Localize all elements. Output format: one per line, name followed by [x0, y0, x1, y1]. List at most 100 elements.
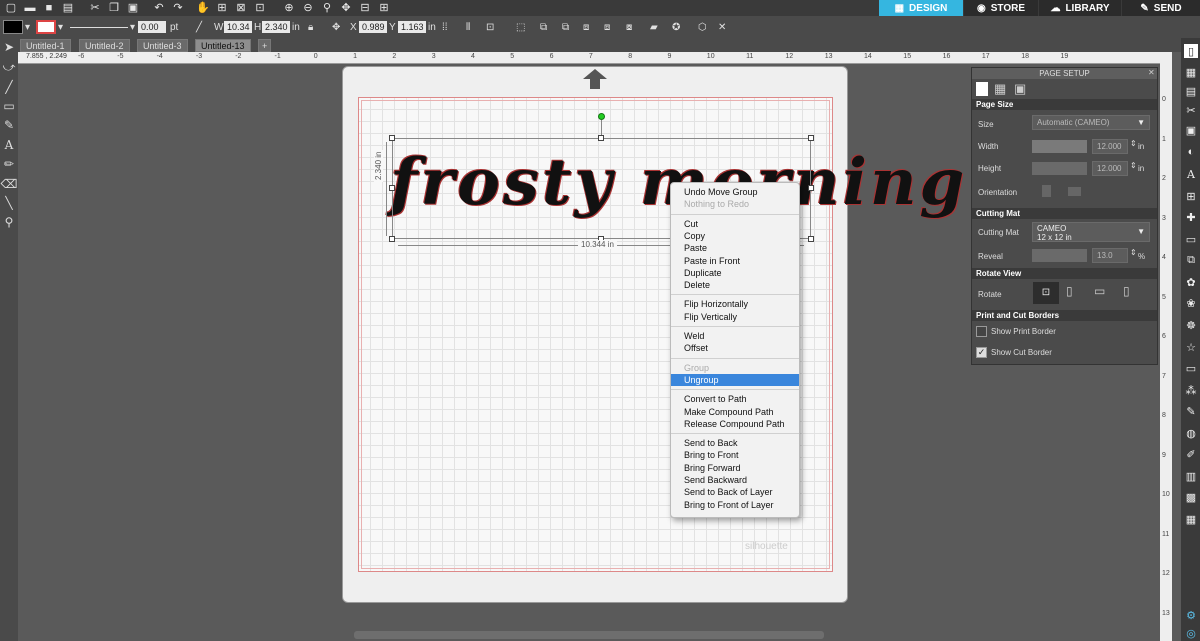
modify-panel-icon[interactable]: ▭	[1184, 232, 1198, 246]
height-slider[interactable]	[1032, 162, 1087, 175]
width-slider[interactable]	[1032, 140, 1087, 153]
menu-item-weld[interactable]: Weld	[671, 330, 799, 342]
menu-item-undo-move-group[interactable]: Undo Move Group	[671, 186, 799, 198]
trace-panel-icon[interactable]: ✿	[1184, 275, 1198, 289]
cut-icon[interactable]: ✂	[88, 1, 102, 15]
line-width-input[interactable]: 0.00	[138, 21, 166, 33]
height-input[interactable]: 12.000	[1092, 161, 1128, 176]
resize-handle-l[interactable]	[389, 185, 395, 191]
replicate-panel-icon[interactable]: ✚	[1184, 210, 1198, 224]
help-icon[interactable]: ◎	[1184, 626, 1198, 640]
layers-panel-icon[interactable]: ❀	[1184, 296, 1198, 310]
redo-icon[interactable]: ↷	[171, 1, 185, 15]
height-stepper-icon[interactable]: ⇕	[1130, 161, 1137, 170]
fill-dropdown-icon[interactable]: ▾	[25, 20, 30, 34]
rotate-180-icon[interactable]: ▭	[1094, 284, 1105, 298]
image-panel-icon[interactable]: ▣	[1184, 123, 1198, 137]
center-icon[interactable]: ⊡	[486, 20, 494, 34]
transform-icon[interactable]: ⊞	[1184, 189, 1198, 203]
align-panel-icon[interactable]: ☸	[1184, 318, 1198, 332]
reveal-slider[interactable]	[1032, 249, 1087, 262]
menu-item-offset[interactable]: Offset	[671, 342, 799, 354]
text-tool-icon[interactable]: A	[2, 138, 16, 152]
globe-panel-icon[interactable]: ◍	[1184, 426, 1198, 440]
menu-item-paste-in-front[interactable]: Paste in Front	[671, 255, 799, 267]
release-compound-icon[interactable]: ⧈	[604, 20, 610, 34]
sketch-panel-icon[interactable]: ✎	[1184, 404, 1198, 418]
texture-panel-icon[interactable]: ▦	[1184, 512, 1198, 526]
pan-icon[interactable]: ✋	[196, 1, 210, 15]
drag-zoom-icon[interactable]: ✥	[339, 1, 353, 15]
eyedropper-icon[interactable]: ⚲	[2, 215, 16, 229]
resize-handle-br[interactable]	[808, 236, 814, 242]
portrait-icon[interactable]	[1042, 185, 1051, 197]
resize-handle-tl[interactable]	[389, 135, 395, 141]
menu-item-flip-vertically[interactable]: Flip Vertically	[671, 311, 799, 323]
new-document-icon[interactable]: ▢	[4, 1, 18, 15]
size-select[interactable]: Automatic (CAMEO) ▼	[1032, 115, 1150, 130]
menu-item-flip-horizontally[interactable]: Flip Horizontally	[671, 298, 799, 310]
offset-panel-icon[interactable]: ⧉	[1184, 253, 1198, 267]
eraser-icon[interactable]: ⌫	[1, 177, 18, 191]
paste-icon[interactable]: ▣	[126, 1, 140, 15]
open-folder-icon[interactable]: ▬	[23, 1, 37, 15]
width-input[interactable]: 12.000	[1092, 139, 1128, 154]
knife-tool-icon[interactable]: ╲	[2, 196, 16, 210]
select-arrow-icon[interactable]: ➤	[2, 40, 16, 54]
pattern-panel-icon[interactable]: ▩	[1184, 490, 1198, 504]
rotate-0-icon[interactable]: ⊡	[1033, 282, 1059, 304]
grid-panel-icon[interactable]: ▦	[1184, 65, 1198, 79]
cut-border-checkbox[interactable]: ✓	[976, 347, 987, 358]
nav-design-tab[interactable]: ▦ DESIGN	[879, 0, 963, 16]
menu-item-copy[interactable]: Copy	[671, 230, 799, 242]
undo-icon[interactable]: ↶	[152, 1, 166, 15]
close-x-icon[interactable]: ✕	[718, 20, 726, 34]
sketch-tool-icon[interactable]: ✏	[2, 157, 16, 171]
landscape-icon[interactable]	[1068, 187, 1081, 196]
rhinestone-panel-icon[interactable]: ⁂	[1184, 383, 1198, 397]
menu-item-send-to-back[interactable]: Send to Back	[671, 437, 799, 449]
grid-add-icon[interactable]: ⊞	[377, 1, 391, 15]
library-panel-icon[interactable]: ▤	[1184, 84, 1198, 98]
menu-item-send-to-back-of-layer[interactable]: Send to Back of Layer	[671, 486, 799, 498]
edit-points-icon[interactable]: ⤻	[2, 60, 16, 74]
settings-gear-icon[interactable]: ⚙	[1184, 608, 1198, 622]
3d-box-icon[interactable]: ⬡	[698, 20, 707, 34]
replicate-icon[interactable]: ▰	[650, 20, 658, 34]
map-panel-icon[interactable]: ▥	[1184, 469, 1198, 483]
tab-untitled-13[interactable]: Untitled-13	[195, 39, 251, 52]
nav-store-tab[interactable]: ◉ STORE	[964, 0, 1038, 16]
page-tab-icon[interactable]	[976, 82, 988, 96]
rotate-90-icon[interactable]: ▯	[1066, 284, 1073, 298]
height-input[interactable]: 2.340	[262, 21, 290, 33]
resize-handle-r[interactable]	[808, 185, 814, 191]
rotation-handle[interactable]	[598, 113, 605, 120]
group-icon[interactable]: ⧉	[540, 20, 547, 34]
y-input[interactable]: 1.163	[398, 21, 426, 33]
menu-item-ungroup[interactable]: Ungroup	[671, 373, 799, 386]
menu-item-release-compound-path[interactable]: Release Compound Path	[671, 418, 799, 430]
fill-color-swatch[interactable]	[3, 20, 23, 34]
release-icon[interactable]: ⧇	[626, 20, 632, 34]
curve-tool-icon[interactable]: ✎	[2, 118, 16, 132]
star-tool-icon[interactable]: ✪	[672, 20, 680, 34]
line-tool-icon[interactable]: ╱	[2, 80, 16, 94]
line-style-dropdown-icon[interactable]: ▾	[130, 20, 135, 34]
menu-item-bring-to-front-of-layer[interactable]: Bring to Front of Layer	[671, 499, 799, 511]
zoom-tool-icon[interactable]: ⚲	[320, 1, 334, 15]
menu-item-send-backward[interactable]: Send Backward	[671, 474, 799, 486]
nesting-panel-icon[interactable]: ▭	[1184, 361, 1198, 375]
scissors-panel-icon[interactable]: ✂	[1184, 103, 1198, 117]
menu-item-paste[interactable]: Paste	[671, 242, 799, 254]
rotate-270-icon[interactable]: ▯	[1123, 284, 1130, 298]
fit-window-icon[interactable]: ⊟	[358, 1, 372, 15]
fill-panel-icon[interactable]: ◐	[1184, 145, 1198, 159]
grid-tab-icon[interactable]: ▦	[994, 81, 1006, 97]
cutting-mat-select[interactable]: CAMEO 12 x 12 in ▼	[1032, 222, 1150, 242]
text-style-icon[interactable]: A	[1184, 167, 1198, 181]
lock-aspect-icon[interactable]: 🔒︎	[308, 20, 313, 34]
resize-handle-tr[interactable]	[808, 135, 814, 141]
tab-untitled-3[interactable]: Untitled-3	[137, 39, 188, 52]
background-tab-icon[interactable]: ▣	[1014, 81, 1026, 97]
panel-close-icon[interactable]: ✕	[1148, 68, 1155, 77]
